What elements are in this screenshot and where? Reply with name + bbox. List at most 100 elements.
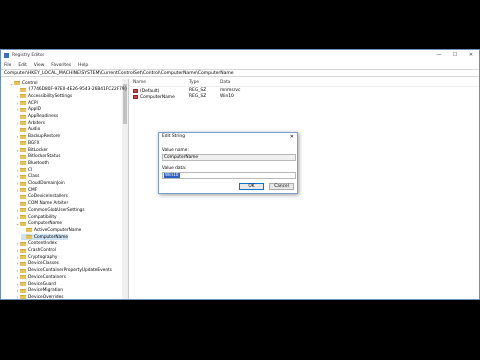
- tree-item[interactable]: › DeviceClasses: [15, 261, 59, 267]
- tree-scrollbar[interactable]: [122, 79, 128, 299]
- folder-icon: [20, 174, 26, 179]
- menu-edit[interactable]: Edit: [18, 63, 27, 68]
- tree-item[interactable]: › Cryptography: [15, 254, 58, 260]
- tree-item[interactable]: › CloudDomainJoin: [15, 181, 65, 187]
- maximize-button[interactable]: ☐: [447, 50, 463, 61]
- folder-icon: [20, 154, 26, 159]
- tree-item[interactable]: ⌄ Control: [9, 80, 38, 86]
- tree-item[interactable]: › DeviceOverrides: [15, 294, 64, 300]
- tree-item[interactable]: ⌄ ComputerName: [15, 221, 62, 227]
- tree-item[interactable]: › ACPI: [15, 100, 38, 106]
- cancel-button[interactable]: Cancel: [269, 183, 294, 190]
- dialog-title[interactable]: Edit String: [159, 133, 297, 141]
- folder-icon: [20, 221, 26, 226]
- folder-icon: [20, 282, 26, 286]
- row-data: Win10: [220, 94, 234, 99]
- tree-item[interactable]: › CommonGlobUserSettings: [15, 207, 85, 213]
- tree-item[interactable]: AppReadiness: [15, 114, 58, 120]
- window-title: Registry Editor: [12, 53, 45, 58]
- tree-item[interactable]: › CI: [15, 167, 33, 173]
- folder-icon: [20, 208, 26, 213]
- column-data-header[interactable]: Data: [220, 80, 230, 85]
- tree-item[interactable]: BitlockerStatus: [15, 154, 60, 160]
- tree-item-label: DeviceContainers: [28, 274, 66, 280]
- title-bar[interactable]: Registry Editor — ☐ ✕: [1, 50, 479, 61]
- tree-item[interactable]: ActiveComputerName: [21, 227, 81, 233]
- tree-item-label: Bluetooth: [28, 160, 49, 166]
- folder-icon: [20, 168, 26, 173]
- address-bar[interactable]: Computer\HKEY_LOCAL_MACHINE\SYSTEM\Curre…: [1, 69, 479, 77]
- tree-item-label: AppID: [28, 107, 41, 113]
- tree-item[interactable]: › CrashControl: [15, 248, 56, 254]
- tree-item[interactable]: {7746D80F-97E0-4E26-9543-26B41FC22F79}: [15, 87, 127, 93]
- folder-icon: [14, 81, 20, 85]
- tree-item[interactable]: Audio: [15, 127, 40, 133]
- folder-icon: [20, 181, 26, 186]
- minimize-button[interactable]: —: [431, 50, 447, 61]
- folder-icon: [20, 188, 26, 193]
- tree-item[interactable]: › Compatibility: [15, 214, 57, 220]
- tree-item-label: ComputerName: [34, 234, 69, 240]
- value-name-label: Value name:: [162, 148, 189, 153]
- tree-item-label: Class: [28, 174, 40, 180]
- tree-item-label: BitLocker: [28, 147, 48, 153]
- folder-icon: [26, 235, 32, 240]
- tree-item[interactable]: BGFX: [15, 140, 40, 146]
- list-row[interactable]: ComputerName REG_SZ Win10: [133, 94, 333, 100]
- value-data-selected-text: Win10: [164, 173, 180, 178]
- list-header: Name Type Data: [130, 79, 479, 87]
- column-name-header[interactable]: Name: [133, 80, 146, 85]
- menu-help[interactable]: Help: [78, 63, 88, 68]
- close-button[interactable]: ✕: [463, 50, 479, 61]
- tree-item-label: AccessibilitySettings: [28, 93, 73, 99]
- row-name: ComputerName: [140, 94, 175, 100]
- column-type-header[interactable]: Type: [189, 80, 199, 85]
- window-controls: — ☐ ✕: [431, 50, 479, 61]
- tree-item-label: AppReadiness: [28, 114, 59, 119]
- registry-tree[interactable]: ⌄ Control {7746D80F-97E0-4E26-9543-26B41FC…: [1, 79, 129, 300]
- folder-icon: [20, 201, 26, 206]
- tree-item[interactable]: › Class: [15, 174, 40, 180]
- tree-item[interactable]: › DeviceMigration: [15, 288, 63, 294]
- string-value-icon: [133, 95, 138, 99]
- folder-icon: [20, 295, 26, 299]
- tree-item-label: CoDeviceInstallers: [28, 194, 68, 200]
- tree-item[interactable]: ComputerName: [21, 234, 69, 241]
- dialog-close-button[interactable]: ✕: [290, 133, 294, 141]
- tree-item-label: DeviceOverrides: [28, 294, 64, 300]
- tree-item[interactable]: COM Name Arbiter: [15, 201, 68, 207]
- folder-icon: [20, 148, 26, 152]
- registry-editor-icon: [4, 53, 9, 58]
- menu-favorites[interactable]: Favorites: [51, 63, 71, 68]
- tree-item-label: ACPI: [28, 100, 38, 106]
- row-type: REG_SZ: [189, 94, 207, 99]
- menu-file[interactable]: File: [4, 63, 11, 68]
- folder-icon: [20, 127, 26, 132]
- tree-item[interactable]: › Arbiters: [15, 120, 45, 126]
- tree-item[interactable]: › AccessibilitySettings: [15, 93, 72, 99]
- tree-item-label: CMF: [28, 187, 38, 193]
- value-name-text: ComputerName: [164, 155, 199, 160]
- folder-icon: [20, 121, 26, 126]
- tree-item[interactable]: › DeviceContainers: [15, 274, 66, 280]
- tree-item[interactable]: › BackupRestore: [15, 134, 60, 140]
- tree-item[interactable]: › CMF: [15, 187, 38, 193]
- tree-item[interactable]: › DeviceGuard: [15, 281, 56, 287]
- tree-item-label: BackupRestore: [28, 134, 61, 140]
- tree-item[interactable]: › DeviceContainerPropertyUpdateEvents: [15, 268, 112, 274]
- tree-item[interactable]: › ContentIndex: [15, 241, 57, 247]
- tree-item-label: CI: [28, 167, 33, 173]
- ok-button[interactable]: OK: [239, 183, 264, 190]
- folder-icon: [20, 255, 26, 260]
- tree-item-label: Control: [22, 80, 38, 86]
- tree-item[interactable]: › AppID: [15, 107, 41, 113]
- folder-icon: [20, 161, 26, 166]
- folder-icon: [20, 94, 26, 99]
- folder-icon: [20, 275, 26, 280]
- tree-item[interactable]: › BitLocker: [15, 147, 48, 153]
- tree-item-label: BGFX: [28, 140, 40, 146]
- value-data-input[interactable]: Win10: [162, 172, 296, 179]
- tree-item[interactable]: CoDeviceInstallers: [15, 194, 68, 200]
- tree-item[interactable]: › Bluetooth: [15, 160, 49, 166]
- menu-view[interactable]: View: [34, 63, 44, 68]
